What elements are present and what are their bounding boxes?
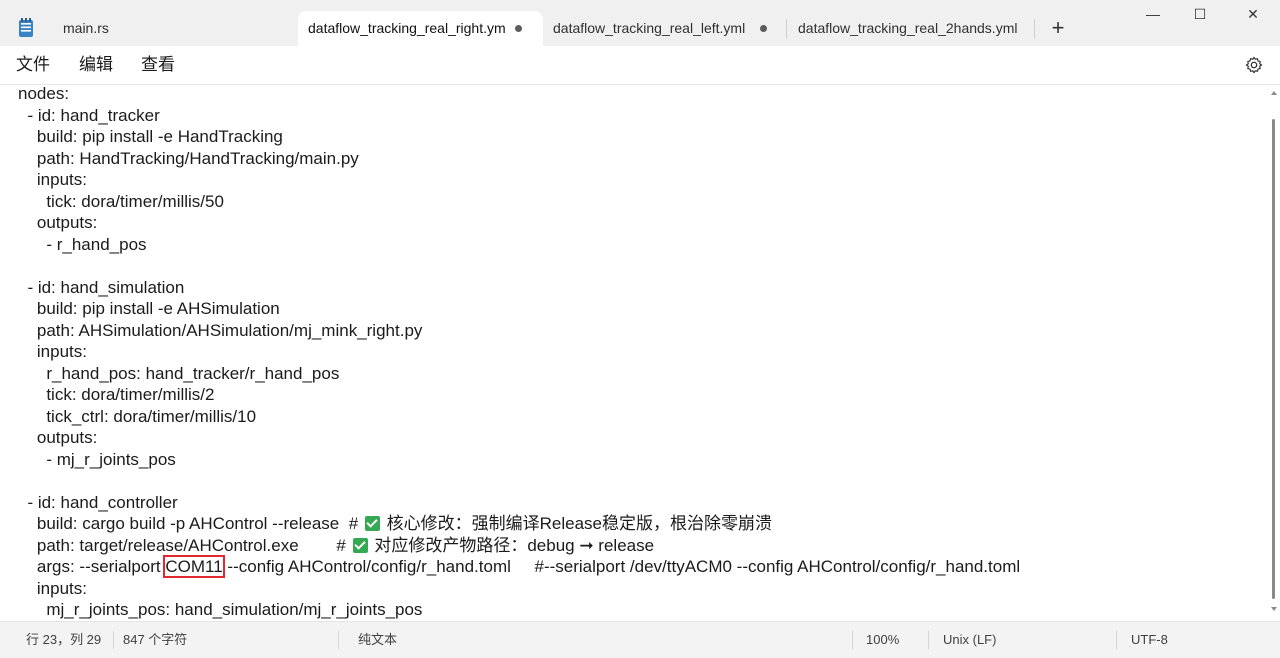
code-line: - id: hand_controller: [18, 492, 178, 512]
code-line: nodes:: [18, 85, 70, 103]
code-line: tick: dora/timer/millis/50: [18, 191, 224, 211]
code-line: inputs:: [18, 342, 87, 361]
minimize-icon[interactable]: —: [1130, 6, 1176, 30]
code-text: args: --serialport: [18, 557, 166, 576]
code-line: r_hand_pos: hand_tracker/r_hand_pos: [18, 363, 340, 383]
title-bar: main.rs dataflow_tracking_real_right.ym …: [0, 0, 1280, 46]
tab-label: dataflow_tracking_real_2hands.yml: [798, 20, 1018, 36]
unsaved-indicator-icon[interactable]: [515, 25, 522, 32]
status-divider: [852, 631, 853, 649]
menu-view[interactable]: 查看: [141, 55, 175, 75]
code-line: - mj_r_joints_pos: [18, 449, 176, 469]
notepad-app-icon: [19, 18, 33, 37]
menu-file[interactable]: 文件: [16, 55, 50, 75]
menu-edit[interactable]: 编辑: [79, 55, 113, 75]
encoding[interactable]: UTF-8: [1131, 633, 1168, 647]
status-divider: [338, 631, 339, 649]
zoom-level[interactable]: 100%: [866, 633, 899, 647]
highlighted-com-port: COM11: [163, 555, 225, 578]
code-text: build: cargo build -p AHControl --releas…: [18, 514, 363, 533]
tab-label: dataflow_tracking_real_right.ym: [308, 20, 506, 36]
code-text: path: target/release/AHControl.exe #: [18, 535, 351, 555]
tab-label: dataflow_tracking_real_left.yml: [553, 20, 746, 36]
tab-main-rs[interactable]: main.rs: [53, 11, 298, 46]
tab-dataflow-right[interactable]: dataflow_tracking_real_right.ym: [298, 11, 543, 46]
code-line: path: HandTracking/HandTracking/main.py: [18, 148, 359, 168]
status-divider: [928, 631, 929, 649]
code-line: build: pip install -e AHSimulation: [18, 299, 280, 318]
code-comment: 核心修改：强制编译Release稳定版，根治除零崩溃: [381, 514, 772, 533]
scroll-down-arrow-icon[interactable]: [1271, 607, 1277, 611]
menu-bar: 文件 编辑 查看: [0, 46, 1280, 85]
cursor-position[interactable]: 行 23，列 29: [26, 633, 101, 647]
status-bar: 行 23，列 29 847 个字符 纯文本 100% Unix (LF) UTF…: [0, 621, 1280, 658]
tab-divider: [786, 19, 787, 39]
code-line-build: build: cargo build -p AHControl --releas…: [18, 513, 772, 535]
code-text: --config AHControl/config/r_hand.toml #-…: [222, 557, 1021, 576]
code-line: - id: hand_simulation: [18, 277, 185, 297]
close-icon[interactable]: ✕: [1230, 6, 1276, 30]
line-ending[interactable]: Unix (LF): [943, 633, 996, 647]
status-divider: [113, 631, 114, 649]
settings-gear-icon[interactable]: [1245, 56, 1263, 74]
check-mark-icon: [364, 516, 380, 531]
tab-divider: [1034, 19, 1035, 39]
file-format[interactable]: 纯文本: [358, 633, 397, 647]
code-line-path: path: target/release/AHControl.exe # 对应修…: [18, 535, 654, 557]
new-tab-plus-icon[interactable]: +: [1048, 17, 1068, 39]
code-line: tick_ctrl: dora/timer/millis/10: [18, 406, 257, 426]
code-line: - r_hand_pos: [18, 234, 147, 254]
check-mark-icon: [352, 537, 368, 553]
vertical-scrollbar[interactable]: [1268, 85, 1280, 621]
tab-label: main.rs: [63, 20, 109, 36]
unsaved-indicator-icon[interactable]: [760, 25, 767, 32]
scroll-up-arrow-icon[interactable]: [1271, 91, 1277, 95]
scroll-thumb[interactable]: [1272, 119, 1275, 599]
code-line-args: args: --serialport COM11 --config AHCont…: [18, 555, 1021, 578]
code-line: mj_r_joints_pos: hand_simulation/mj_r_jo…: [18, 600, 423, 619]
code-line: path: AHSimulation/AHSimulation/mj_mink_…: [18, 320, 423, 340]
character-count: 847 个字符: [123, 632, 188, 647]
status-divider: [1116, 631, 1117, 649]
maximize-icon[interactable]: ☐: [1177, 6, 1223, 30]
code-line: - id: hand_tracker: [18, 105, 160, 125]
code-line: outputs:: [18, 213, 98, 232]
code-line: outputs:: [18, 428, 98, 447]
tab-dataflow-left[interactable]: dataflow_tracking_real_left.yml: [543, 11, 783, 46]
code-line: tick: dora/timer/millis/2: [18, 385, 215, 404]
code-line: inputs:: [18, 578, 87, 598]
code-comment: 对应修改产物路径：debug ➞ release: [369, 535, 655, 555]
code-line: inputs:: [18, 170, 87, 189]
text-editor[interactable]: nodes: - id: hand_tracker build: pip ins…: [0, 85, 1268, 621]
code-line: build: pip install -e HandTracking: [18, 127, 283, 146]
tab-dataflow-2hands[interactable]: dataflow_tracking_real_2hands.yml: [788, 11, 1033, 46]
